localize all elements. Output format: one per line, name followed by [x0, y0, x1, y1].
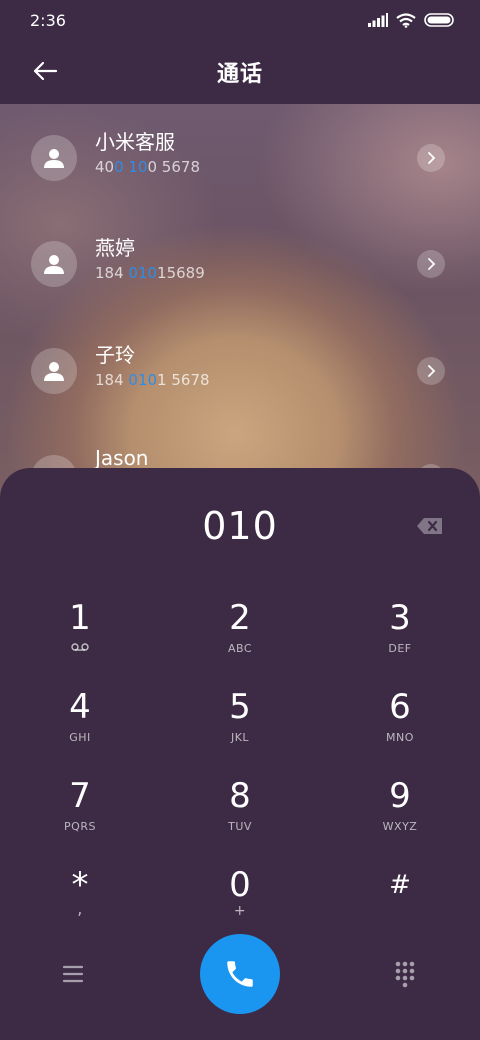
contact-name: 子玲	[95, 343, 135, 367]
number-match: 010	[128, 371, 158, 389]
avatar	[31, 348, 77, 394]
key-letters: WXYZ	[382, 820, 418, 833]
person-icon	[44, 362, 64, 381]
chevron-right-icon	[428, 365, 436, 377]
phone-icon	[227, 961, 253, 987]
battery-icon	[424, 13, 454, 27]
key-1[interactable]: 1	[20, 598, 140, 678]
arrow-left-icon	[33, 61, 58, 81]
contact-item[interactable]: 子玲 184 0101 5678	[0, 331, 480, 411]
keypad-icon	[395, 961, 415, 988]
key-digit: 6	[389, 687, 411, 727]
key-6[interactable]: 6 MNO	[340, 687, 460, 767]
backspace-button[interactable]	[416, 516, 444, 536]
key-digit: 9	[389, 776, 411, 816]
status-bar: 2:36	[0, 0, 480, 40]
contact-name: 小米客服	[95, 130, 175, 154]
key-digit: #	[389, 870, 411, 900]
key-8[interactable]: 8 TUV	[180, 776, 300, 856]
number-part: 184	[95, 371, 129, 389]
page-title: 通话	[216, 62, 263, 87]
key-letters: +	[233, 903, 247, 919]
key-9[interactable]: 9 WXYZ	[340, 776, 460, 856]
number-part: 40	[95, 158, 115, 176]
voicemail-icon	[71, 643, 89, 651]
status-time: 2:36	[30, 10, 66, 30]
key-letters: DEF	[388, 642, 412, 655]
number-match: 0 10	[114, 158, 148, 176]
menu-icon	[62, 965, 84, 983]
contact-number: 184 0101 5678	[95, 371, 210, 389]
contact-detail-button[interactable]	[417, 144, 445, 172]
person-icon	[44, 255, 64, 274]
number-part: 0 5678	[147, 158, 201, 176]
key-5[interactable]: 5 JKL	[180, 687, 300, 767]
contact-name: Jason	[95, 446, 149, 470]
menu-button[interactable]	[60, 962, 88, 986]
key-4[interactable]: 4 GHI	[20, 687, 140, 767]
keypad-toggle-button[interactable]	[392, 960, 418, 988]
number-part: 1 5678	[157, 371, 210, 389]
number-match: 010	[128, 264, 158, 282]
key-digit: 0	[229, 865, 251, 905]
status-icons	[368, 12, 454, 28]
key-digit: 7	[69, 776, 91, 816]
dialpad: 010 1 2 ABC 3 DEF 4 GHI 5 JKL 6 MNO 7 PQ…	[0, 468, 480, 1040]
chevron-right-icon	[428, 152, 436, 164]
key-letters: TUV	[228, 820, 252, 833]
key-digit: 1	[69, 598, 91, 638]
key-letters: MNO	[386, 731, 414, 744]
number-part: 15689	[157, 264, 205, 282]
wifi-icon	[396, 12, 416, 28]
signal-icon	[368, 13, 388, 27]
header: 通话	[0, 40, 480, 104]
key-3[interactable]: 3 DEF	[340, 598, 460, 678]
dialed-number: 010	[202, 504, 278, 548]
contact-number: 400 100 5678	[95, 158, 200, 176]
contact-detail-button[interactable]	[417, 357, 445, 385]
avatar	[31, 135, 77, 181]
key-hash[interactable]: #	[340, 865, 460, 945]
key-0[interactable]: 0 +	[180, 865, 300, 945]
contact-detail-button[interactable]	[417, 250, 445, 278]
key-letters: ,	[77, 899, 83, 918]
call-button[interactable]	[200, 934, 280, 1014]
contact-number: 184 01015689	[95, 264, 205, 282]
key-letters: ABC	[227, 642, 253, 655]
key-letters: PQRS	[64, 820, 96, 833]
contact-item[interactable]: 燕婷 184 01015689	[0, 224, 480, 304]
key-star[interactable]: * ,	[20, 865, 140, 945]
key-digit: 2	[229, 598, 251, 638]
key-letters	[71, 642, 89, 658]
number-part: 184	[95, 264, 129, 282]
backspace-icon	[417, 518, 442, 534]
contact-name: 燕婷	[95, 236, 135, 260]
key-digit: 3	[389, 598, 411, 638]
key-digit: 5	[229, 687, 251, 727]
contact-item[interactable]: 小米客服 400 100 5678	[0, 118, 480, 198]
avatar	[31, 241, 77, 287]
back-button[interactable]	[28, 54, 62, 88]
chevron-right-icon	[428, 258, 436, 270]
key-digit: 8	[229, 776, 251, 816]
key-digit: 4	[69, 687, 91, 727]
key-letters: GHI	[69, 731, 91, 744]
key-2[interactable]: 2 ABC	[180, 598, 300, 678]
contact-list: 小米客服 400 100 5678 燕婷 184 01015689 子玲 184…	[0, 104, 480, 504]
person-icon	[44, 149, 64, 168]
key-7[interactable]: 7 PQRS	[20, 776, 140, 856]
key-letters: JKL	[230, 731, 250, 744]
